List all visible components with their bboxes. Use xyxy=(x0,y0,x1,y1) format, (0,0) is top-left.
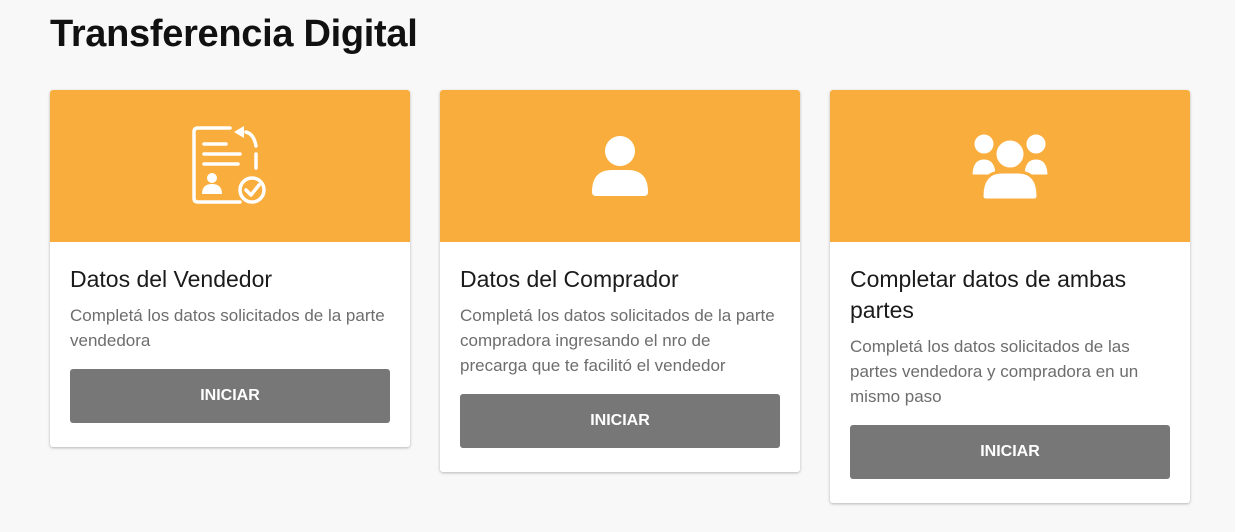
card-title: Datos del Vendedor xyxy=(70,266,273,292)
card-description: Completá los datos solicitados de las pa… xyxy=(850,337,1139,406)
page-title: Transferencia Digital xyxy=(50,13,418,55)
start-buyer-button[interactable]: INICIAR xyxy=(460,394,780,448)
card-seller-data: Datos del Vendedor Completá los datos so… xyxy=(50,90,410,447)
card-header xyxy=(440,90,800,242)
card-body: Completar datos de ambas partes Completá… xyxy=(830,242,1190,503)
card-header xyxy=(830,90,1190,242)
card-buyer-data: Datos del Comprador Completá los datos s… xyxy=(440,90,800,472)
card-description: Completá los datos solicitados de la par… xyxy=(70,306,385,350)
card-title: Completar datos de ambas partes xyxy=(850,266,1127,323)
card-body: Datos del Comprador Completá los datos s… xyxy=(440,242,800,472)
users-group-icon xyxy=(970,131,1050,202)
card-body: Datos del Vendedor Completá los datos so… xyxy=(50,242,410,447)
user-icon xyxy=(592,136,648,196)
card-title: Datos del Comprador xyxy=(460,266,679,292)
card-both-parties: Completar datos de ambas partes Completá… xyxy=(830,90,1190,503)
start-both-button[interactable]: INICIAR xyxy=(850,425,1170,479)
card-description: Completá los datos solicitados de la par… xyxy=(460,306,775,375)
document-form-check-icon xyxy=(192,126,266,204)
start-seller-button[interactable]: INICIAR xyxy=(70,369,390,423)
card-header xyxy=(50,90,410,242)
